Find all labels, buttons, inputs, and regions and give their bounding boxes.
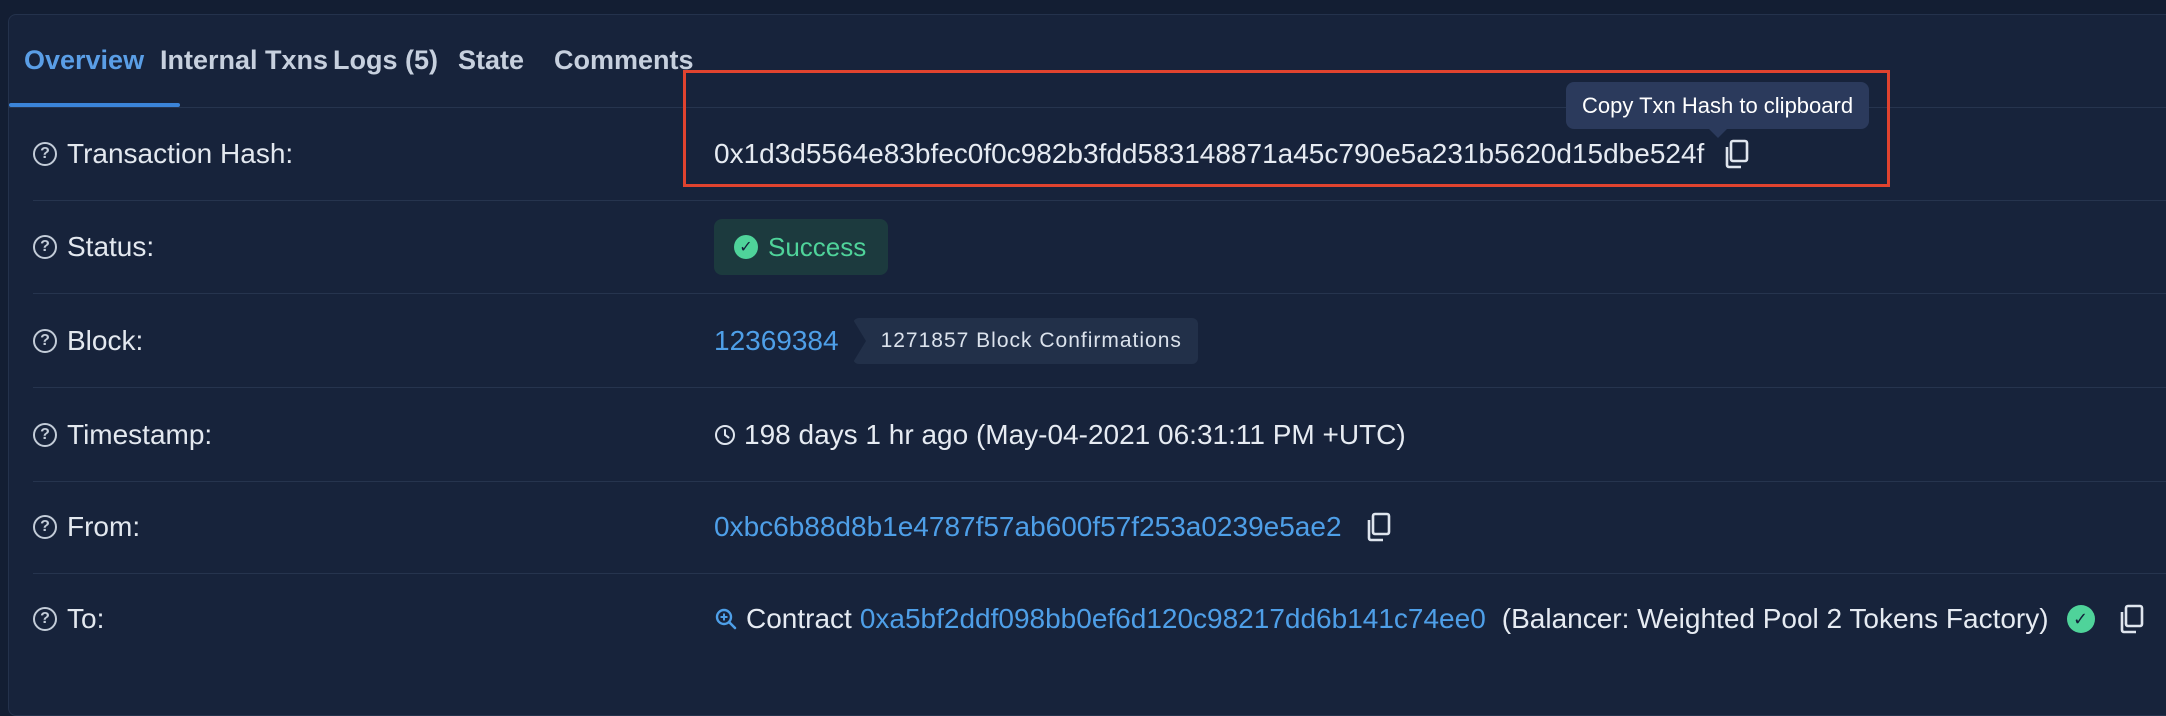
tab-state[interactable]: State <box>458 45 524 76</box>
contract-prefix: Contract <box>746 603 852 634</box>
label-transaction-hash: ? Transaction Hash: <box>33 108 293 200</box>
zoom-in-icon[interactable] <box>714 607 738 631</box>
question-circle-icon[interactable]: ? <box>33 235 57 259</box>
question-circle-icon[interactable]: ? <box>33 142 57 166</box>
tab-overview[interactable]: Overview <box>24 45 144 76</box>
label-from: ? From: <box>33 481 140 573</box>
row-to: ? To: Contract 0xa5bf2ddf098bb0ef6d120c9… <box>33 573 2166 665</box>
value-timestamp: 198 days 1 hr ago (May-04-2021 06:31:11 … <box>714 389 1406 481</box>
copy-icon[interactable] <box>1722 139 1750 169</box>
value-block: 12369384 1271857 Block Confirmations <box>714 295 1198 387</box>
label-text: To: <box>67 603 105 634</box>
block-number-link[interactable]: 12369384 <box>714 325 839 357</box>
tab-logs[interactable]: Logs (5) <box>333 45 438 76</box>
label-text: Status: <box>67 231 155 262</box>
label-block: ? Block: <box>33 295 143 387</box>
label-timestamp: ? Timestamp: <box>33 389 212 481</box>
label-to: ? To: <box>33 573 104 665</box>
row-timestamp: ? Timestamp: 198 days 1 hr ago (May-04-2… <box>33 389 2166 482</box>
contract-name: (Balancer: Weighted Pool 2 Tokens Factor… <box>1501 603 2049 634</box>
row-status: ? Status: ✓ Success <box>33 201 2166 294</box>
row-block: ? Block: 12369384 1271857 Block Confirma… <box>33 295 2166 388</box>
label-status: ? Status: <box>33 201 154 293</box>
to-address-link[interactable]: 0xa5bf2ddf098bb0ef6d120c98217dd6b141c74e… <box>860 603 1486 635</box>
copy-icon[interactable] <box>1364 512 1392 542</box>
label-text: Block: <box>67 325 144 356</box>
tab-comments[interactable]: Comments <box>554 45 694 76</box>
label-text: From: <box>67 511 141 542</box>
label-text: Timestamp: <box>67 419 213 450</box>
tab-internal-txns[interactable]: Internal Txns <box>160 45 328 76</box>
from-address-link[interactable]: 0xbc6b88d8b1e4787f57ab600f57f253a0239e5a… <box>714 511 1342 543</box>
status-text: Success <box>768 231 867 262</box>
active-tab-indicator <box>9 103 180 107</box>
block-confirmations-badge: 1271857 Block Confirmations <box>851 318 1198 364</box>
label-text: Transaction Hash: <box>67 138 294 169</box>
copy-icon[interactable] <box>2117 604 2145 634</box>
timestamp-text: 198 days 1 hr ago (May-04-2021 06:31:11 … <box>744 419 1406 450</box>
verified-check-icon: ✓ <box>2066 605 2095 633</box>
value-from: 0xbc6b88d8b1e4787f57ab600f57f253a0239e5a… <box>714 481 1392 573</box>
row-from: ? From: 0xbc6b88d8b1e4787f57ab600f57f253… <box>33 481 2166 574</box>
value-status: ✓ Success <box>714 201 889 293</box>
question-circle-icon[interactable]: ? <box>33 515 57 539</box>
transaction-hash-text: 0x1d3d5564e83bfec0f0c982b3fdd583148871a4… <box>714 138 1705 169</box>
status-badge: ✓ Success <box>714 219 889 275</box>
check-circle-icon: ✓ <box>734 235 758 259</box>
value-to: Contract 0xa5bf2ddf098bb0ef6d120c98217dd… <box>714 573 2145 665</box>
copy-tooltip: Copy Txn Hash to clipboard <box>1566 82 1870 138</box>
clock-icon <box>715 425 735 445</box>
question-circle-icon[interactable]: ? <box>33 329 57 353</box>
question-circle-icon[interactable]: ? <box>33 423 57 447</box>
question-circle-icon[interactable]: ? <box>33 607 57 631</box>
